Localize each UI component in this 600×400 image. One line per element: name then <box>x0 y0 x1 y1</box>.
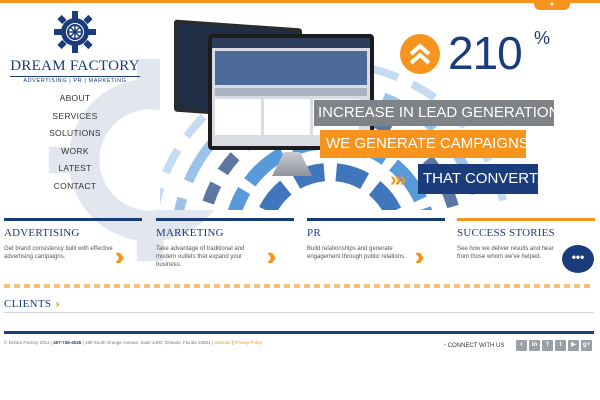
chevron-up-badge <box>400 34 440 74</box>
brand-logo[interactable]: DREAM FACTORY ADVERTISING | PR | MARKETI… <box>10 10 140 84</box>
gear-logo-icon <box>54 11 96 53</box>
nav-item-services[interactable]: SERVICES <box>40 108 110 126</box>
double-chevron-up-icon <box>409 43 431 65</box>
expand-tab-button[interactable]: + <box>534 0 570 10</box>
hero-headline-2: WE GENERATE CAMPAIGNS <box>320 130 529 158</box>
footer-separator: | <box>231 340 234 345</box>
footer-copyright: © Dream Factory 2014 | <box>4 340 53 345</box>
hero-headline-1: INCREASE IN LEAD GENERATION <box>314 100 559 126</box>
footer-bar <box>4 331 594 334</box>
nav-item-latest[interactable]: LATEST <box>40 160 110 178</box>
nav-item-work[interactable]: WORK <box>40 143 110 161</box>
service-advertising[interactable]: ADVERTISING Get brand consistency built … <box>4 218 142 278</box>
nav-item-about[interactable]: ABOUT <box>40 90 110 108</box>
clients-heading[interactable]: CLIENTS ›› <box>4 298 61 310</box>
chat-bubble-icon[interactable]: ••• <box>562 245 594 273</box>
twitter-icon[interactable]: t <box>555 340 566 351</box>
hero-headline-3: THAT CONVERT. <box>418 164 541 194</box>
nav-item-contact[interactable]: CONTACT <box>40 178 110 196</box>
service-desc: See how we deliver results and hear from… <box>457 246 554 260</box>
service-desc: Take advantage of traditional and modern… <box>156 246 245 268</box>
youtube-icon[interactable]: ▶ <box>568 340 579 351</box>
service-title: MARKETING <box>156 227 224 239</box>
top-accent-bar <box>0 0 600 3</box>
social-icons: r in f t ▶ g+ <box>516 340 592 351</box>
footer-info: © Dream Factory 2014 | 407-745-4045 | 18… <box>4 340 262 345</box>
brand-tagline: ADVERTISING | PR | MARKETING <box>10 76 140 84</box>
service-title: ADVERTISING <box>4 227 80 239</box>
footer-phone[interactable]: 407-745-4045 <box>53 340 81 345</box>
service-desc: Get brand consistency built with effecti… <box>4 246 113 260</box>
nav-item-solutions[interactable]: SOLUTIONS <box>40 125 110 143</box>
linkedin-icon[interactable]: in <box>529 340 540 351</box>
divider <box>4 312 594 313</box>
googleplus-icon[interactable]: g+ <box>581 340 592 351</box>
divider <box>4 284 594 288</box>
stat-unit: % <box>534 28 551 48</box>
connect-label: • CONNECT WITH US <box>444 343 505 349</box>
service-title: PR <box>307 227 321 239</box>
service-title: SUCCESS STORIES <box>457 227 555 239</box>
footer-privacy-link[interactable]: Privacy Policy <box>234 340 262 345</box>
main-nav: ABOUT SERVICES SOLUTIONS WORK LATEST CON… <box>40 90 110 195</box>
rss-icon[interactable]: r <box>516 340 527 351</box>
services-row: ADVERTISING Get brand consistency built … <box>4 218 595 278</box>
facebook-icon[interactable]: f <box>542 340 553 351</box>
hero-chevrons-icon: »» <box>390 169 406 191</box>
service-desc: Build relationships and generate engagem… <box>307 246 406 260</box>
brand-name: DREAM FACTORY <box>10 58 140 74</box>
footer-address: | 189 South Orange Avenue, Suite 1400, O… <box>82 340 213 345</box>
hero-banner: 210 % INCREASE IN LEAD GENERATION WE GEN… <box>160 12 588 210</box>
chevron-right-icon: ›› <box>55 298 60 310</box>
service-marketing[interactable]: MARKETING Take advantage of traditional … <box>156 218 294 278</box>
footer-sitemap-link[interactable]: Sitemap <box>214 340 231 345</box>
clients-label: CLIENTS <box>4 298 52 310</box>
stat-value: 210 <box>448 27 523 79</box>
service-pr[interactable]: PR Build relationships and generate enga… <box>307 218 445 278</box>
